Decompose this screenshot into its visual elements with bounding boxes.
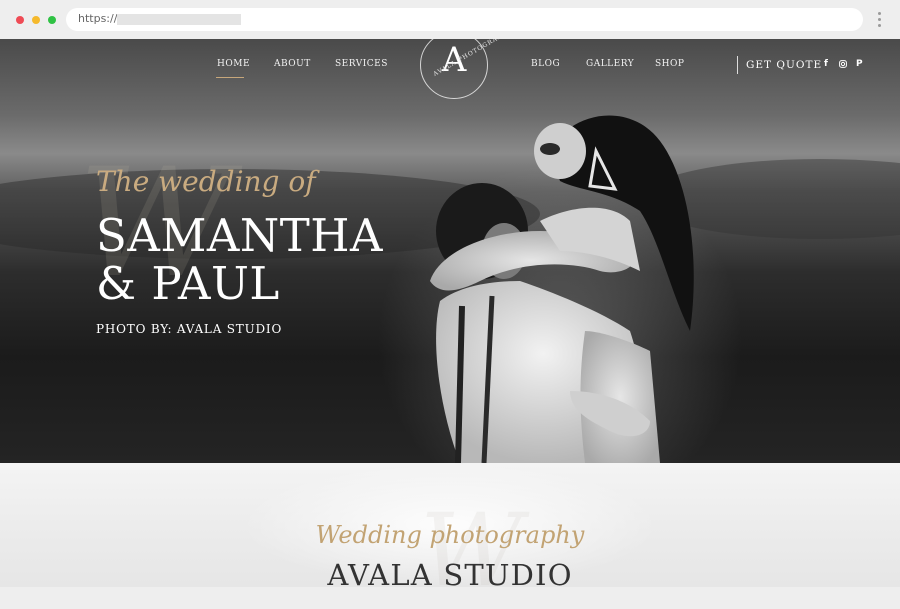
url-redacted bbox=[117, 14, 241, 25]
minimize-window-button[interactable] bbox=[32, 16, 40, 24]
browser-toolbar: https:// bbox=[0, 0, 900, 39]
pinterest-icon[interactable]: P bbox=[856, 59, 863, 69]
maximize-window-button[interactable] bbox=[48, 16, 56, 24]
nav-services[interactable]: SERVICES bbox=[335, 59, 388, 69]
close-window-button[interactable] bbox=[16, 16, 24, 24]
hero-tagline: The wedding of bbox=[96, 165, 316, 198]
nav-home[interactable]: HOME bbox=[217, 59, 250, 69]
hero-name-line1: SAMANTHA bbox=[96, 209, 384, 262]
intro-tagline: Wedding photography bbox=[315, 521, 585, 549]
nav-blog[interactable]: BLOG bbox=[531, 59, 560, 69]
facebook-icon[interactable]: f bbox=[824, 59, 828, 69]
nav-gallery[interactable]: GALLERY bbox=[586, 59, 634, 69]
browser-menu-icon[interactable] bbox=[878, 12, 882, 30]
hero-section: W HOME ABOUT SERVICES A AVALA PHOTOGRAPH… bbox=[0, 39, 900, 463]
hero-couple-photo bbox=[430, 115, 694, 463]
nav-active-underline bbox=[216, 77, 244, 78]
get-quote-button[interactable]: GET QUOTE bbox=[746, 59, 822, 71]
hero-photo-credit: PHOTO BY: AVALA STUDIO bbox=[96, 322, 283, 336]
hero-name-line2: & PAUL bbox=[96, 257, 280, 310]
nav-about[interactable]: ABOUT bbox=[274, 59, 311, 69]
address-bar[interactable]: https:// bbox=[66, 8, 863, 31]
intro-section: W Wedding photography AVALA STUDIO bbox=[0, 463, 900, 601]
url-text: https:// bbox=[78, 12, 118, 25]
nav-divider bbox=[737, 56, 738, 74]
nav-shop[interactable]: SHOP bbox=[655, 59, 684, 69]
instagram-icon[interactable] bbox=[839, 60, 847, 68]
